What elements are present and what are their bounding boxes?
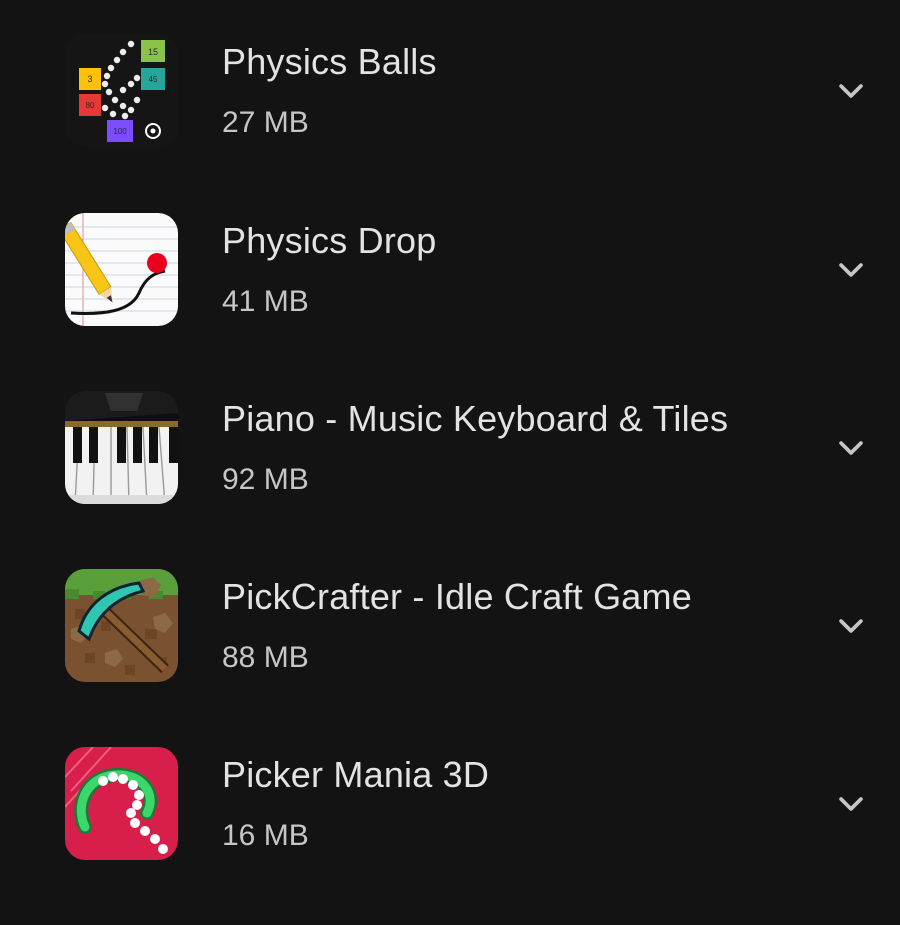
app-row-picker-mania-3d[interactable]: Picker Mania 3D 16 MB	[0, 747, 900, 897]
app-size: 88 MB	[222, 641, 309, 674]
block-number: 45	[149, 75, 158, 84]
expand-button[interactable]	[826, 423, 876, 473]
app-name: Physics Balls	[222, 41, 437, 82]
block-number: 80	[86, 101, 95, 110]
expand-button[interactable]	[826, 601, 876, 651]
piano-app-icon	[65, 391, 178, 504]
app-name: Piano - Music Keyboard & Tiles	[222, 398, 729, 439]
expand-button[interactable]	[826, 779, 876, 829]
app-list: 15 3 45 80 100 Physics Balls 27 MB Physi…	[0, 0, 900, 925]
app-name: PickCrafter - Idle Craft Game	[222, 576, 692, 617]
app-name: Picker Mania 3D	[222, 754, 490, 795]
physics-balls-app-icon: 15 3 45 80 100	[65, 34, 178, 147]
app-size: 92 MB	[222, 463, 309, 496]
app-size: 16 MB	[222, 819, 309, 852]
expand-button[interactable]	[826, 245, 876, 295]
app-size: 41 MB	[222, 285, 309, 318]
block-number: 100	[113, 127, 127, 136]
app-name: Physics Drop	[222, 220, 437, 261]
app-row-physics-balls[interactable]: 15 3 45 80 100 Physics Balls 27 MB	[0, 34, 900, 184]
app-row-pickcrafter[interactable]: PickCrafter - Idle Craft Game 88 MB	[0, 569, 900, 719]
app-row-piano[interactable]: Piano - Music Keyboard & Tiles 92 MB	[0, 391, 900, 541]
chevron-down-icon	[839, 263, 863, 277]
pickcrafter-app-icon	[65, 569, 178, 682]
chevron-down-icon	[839, 797, 863, 811]
chevron-down-icon	[839, 619, 863, 633]
physics-drop-app-icon	[65, 213, 178, 326]
app-size: 27 MB	[222, 106, 309, 139]
block-number: 3	[87, 74, 92, 84]
chevron-down-icon	[839, 84, 863, 98]
chevron-down-icon	[839, 441, 863, 455]
expand-button[interactable]	[826, 66, 876, 116]
app-row-physics-drop[interactable]: Physics Drop 41 MB	[0, 213, 900, 363]
block-number: 15	[148, 47, 158, 57]
picker-mania-app-icon	[65, 747, 178, 860]
